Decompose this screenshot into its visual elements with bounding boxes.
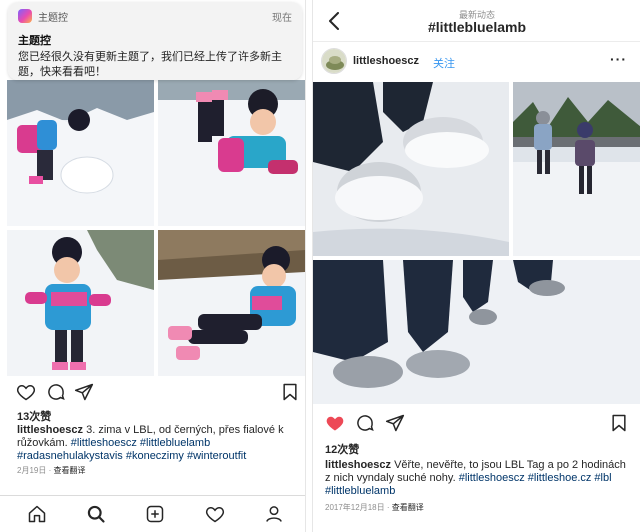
post-header: littleshoescz 关注 ··· xyxy=(313,44,640,78)
push-notification[interactable]: 主题控 现在 主题控 您已经很久没有更新主题了，我们已经上传了许多新主题，快来看… xyxy=(8,2,302,80)
follow-button[interactable]: 关注 xyxy=(433,55,455,71)
add-icon[interactable] xyxy=(145,504,165,524)
notification-app-name: 主题控 xyxy=(38,12,68,24)
post-date-row: 2017年12月18日 · 查看翻译 xyxy=(325,503,424,512)
notification-time: 现在 xyxy=(272,12,292,24)
left-post-screen: 主题控 现在 主题控 您已经很久没有更新主题了，我们已经上传了许多新主题，快来看… xyxy=(0,0,306,532)
home-icon[interactable] xyxy=(27,504,47,524)
collage-photo-3 xyxy=(313,260,640,404)
collage-photo-1 xyxy=(7,80,154,226)
heart-icon[interactable] xyxy=(205,504,225,524)
post-caption: littleshoescz Věřte, nevěřte, to jsou LB… xyxy=(325,459,629,498)
heart-filled-icon[interactable] xyxy=(325,413,345,433)
bookmark-icon[interactable] xyxy=(280,382,300,402)
likes-count[interactable]: 13次赞 xyxy=(17,408,51,424)
paper-plane-icon[interactable] xyxy=(74,382,94,402)
caption-username[interactable]: littleshoescz xyxy=(17,424,83,436)
collage-photo-4 xyxy=(158,230,305,376)
post-actions xyxy=(325,413,631,433)
nav-title: #littlebluelamb xyxy=(427,19,527,35)
post-photo-collage[interactable] xyxy=(7,80,305,376)
avatar[interactable] xyxy=(321,48,347,74)
translate-link[interactable]: 查看翻译 xyxy=(53,466,85,475)
post-caption: littleshoescz 3. zima v LBL, od černých,… xyxy=(17,424,299,463)
bottom-tab-bar xyxy=(0,495,305,532)
comment-icon[interactable] xyxy=(46,382,66,402)
post-actions xyxy=(16,382,298,402)
app-icon xyxy=(18,9,32,23)
notification-title: 主题控 xyxy=(18,35,51,47)
hashtag-nav-bar: 最新动态 #littlebluelamb xyxy=(313,0,640,42)
likes-count[interactable]: 12次赞 xyxy=(325,441,359,457)
heart-outline-icon[interactable] xyxy=(16,382,36,402)
post-date: 2017年12月18日 xyxy=(325,503,385,512)
bookmark-icon[interactable] xyxy=(609,413,629,433)
notification-body: 您已经很久没有更新主题了，我们已经上传了许多新主题，快来看看吧！ xyxy=(18,51,282,78)
collage-photo-3 xyxy=(7,230,154,376)
post-date-row: 2月19日 · 查看翻译 xyxy=(17,466,86,475)
right-post-screen: 最新动态 #littlebluelamb littleshoescz 关注 ··… xyxy=(312,0,640,532)
post-date: 2月19日 xyxy=(17,466,47,475)
post-photo-collage[interactable] xyxy=(313,82,640,404)
caption-username[interactable]: littleshoescz xyxy=(325,459,391,471)
paper-plane-icon[interactable] xyxy=(385,413,405,433)
collage-photo-2 xyxy=(158,80,305,226)
profile-icon[interactable] xyxy=(264,504,284,524)
more-options-icon[interactable]: ··· xyxy=(610,51,627,67)
translate-link[interactable]: 查看翻译 xyxy=(392,503,424,512)
comment-icon[interactable] xyxy=(355,413,375,433)
collage-photo-1 xyxy=(313,82,509,256)
search-icon[interactable] xyxy=(86,504,106,524)
post-username[interactable]: littleshoescz xyxy=(353,55,419,67)
collage-photo-2 xyxy=(513,82,640,256)
